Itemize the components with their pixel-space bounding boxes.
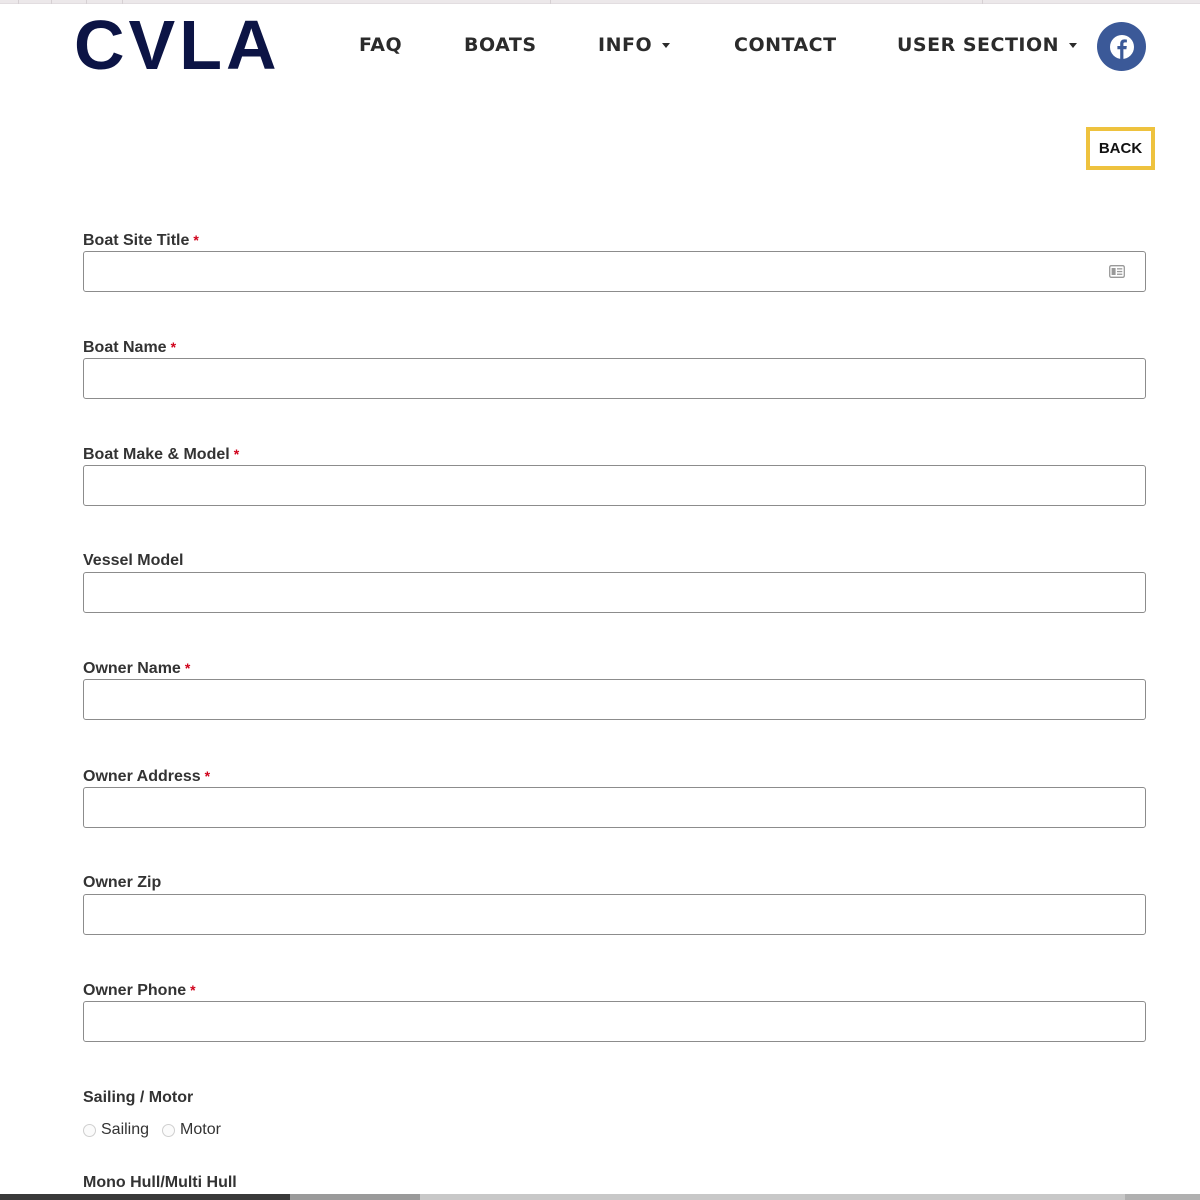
nav-item-boats[interactable]: BOATS	[464, 34, 537, 56]
nav-item-label: CONTACT	[734, 34, 837, 56]
owner-address-input[interactable]	[83, 787, 1146, 828]
field-label: Boat Name *	[83, 337, 1146, 357]
radio-sailing[interactable]	[83, 1123, 96, 1137]
nav-item-label: BOATS	[464, 34, 537, 56]
field-owner-phone: Owner Phone *	[83, 980, 1146, 1042]
label-text: Vessel Model	[83, 552, 184, 569]
boat-name-input[interactable]	[83, 358, 1146, 399]
owner-zip-input[interactable]	[83, 894, 1146, 935]
field-label: Owner Zip	[83, 873, 1146, 893]
caret-down-icon	[1069, 42, 1078, 48]
main-nav: FAQ BOATS INFO CONTACT USER SECTION	[0, 34, 1200, 62]
facebook-icon	[1109, 34, 1134, 59]
back-button[interactable]: BACK	[1086, 127, 1155, 170]
sailing-motor-radio-group: Sailing Motor	[83, 1121, 234, 1139]
radio-option-motor[interactable]: Motor	[162, 1121, 221, 1139]
owner-name-input[interactable]	[83, 679, 1146, 720]
field-boat-site-title: Boat Site Title *	[83, 230, 1146, 292]
field-label: Mono Hull/Multi Hull	[83, 1174, 237, 1191]
label-text: Boat Make & Model	[83, 446, 230, 463]
nav-item-user-section[interactable]: USER SECTION	[897, 34, 1078, 56]
required-marker: *	[233, 446, 240, 462]
radio-motor[interactable]	[162, 1123, 176, 1137]
label-text: Owner Phone	[83, 982, 187, 999]
radio-label: Motor	[180, 1121, 221, 1138]
nav-item-label: INFO	[598, 34, 653, 56]
field-boat-make-model: Boat Make & Model *	[83, 444, 1146, 506]
required-marker: *	[184, 660, 191, 676]
contact-card-icon	[1109, 265, 1125, 278]
field-boat-name: Boat Name *	[83, 337, 1146, 399]
field-hull-type: Mono Hull/Multi Hull	[83, 1173, 1146, 1193]
site-header: CVLA FAQ BOATS INFO CONTACT USER SECTION	[0, 4, 1200, 90]
nav-item-faq[interactable]: FAQ	[359, 34, 402, 56]
nav-item-info[interactable]: INFO	[598, 34, 671, 56]
field-label: Boat Site Title *	[83, 230, 1146, 250]
label-text: Owner Zip	[83, 874, 162, 891]
required-marker: *	[193, 232, 199, 248]
nav-item-label: FAQ	[359, 34, 403, 56]
field-owner-address: Owner Address *	[83, 766, 1146, 828]
boat-make-model-input[interactable]	[83, 465, 1146, 506]
required-marker: *	[190, 982, 196, 998]
facebook-button[interactable]	[1097, 22, 1146, 71]
field-label: Boat Make & Model *	[83, 444, 1146, 464]
field-label: Owner Phone *	[83, 980, 1146, 1000]
field-label: Owner Name *	[83, 658, 1146, 678]
caret-down-icon	[662, 42, 671, 48]
field-vessel-model: Vessel Model	[83, 551, 1146, 613]
label-text: Owner Name	[83, 660, 181, 677]
nav-item-label: USER SECTION	[897, 34, 1060, 56]
label-text: Owner Address	[83, 768, 201, 785]
field-label: Vessel Model	[83, 551, 1146, 571]
field-owner-zip: Owner Zip	[83, 873, 1146, 935]
field-label: Sailing / Motor	[83, 1089, 194, 1106]
boat-site-title-input[interactable]	[83, 251, 1146, 292]
nav-item-contact[interactable]: CONTACT	[734, 34, 837, 56]
browser-bottom-strip	[0, 1194, 1200, 1200]
required-marker: *	[204, 768, 211, 784]
label-text: Boat Site Title	[83, 232, 190, 249]
vessel-model-input[interactable]	[83, 572, 1146, 613]
field-label: Owner Address *	[83, 766, 1146, 786]
label-text: Boat Name	[83, 339, 167, 356]
field-sailing-motor: Sailing / Motor	[83, 1088, 1146, 1108]
radio-label: Sailing	[101, 1121, 150, 1138]
radio-option-sailing[interactable]: Sailing	[83, 1121, 149, 1139]
field-owner-name: Owner Name *	[83, 658, 1146, 720]
owner-phone-input[interactable]	[83, 1001, 1146, 1042]
required-marker: *	[170, 339, 177, 355]
